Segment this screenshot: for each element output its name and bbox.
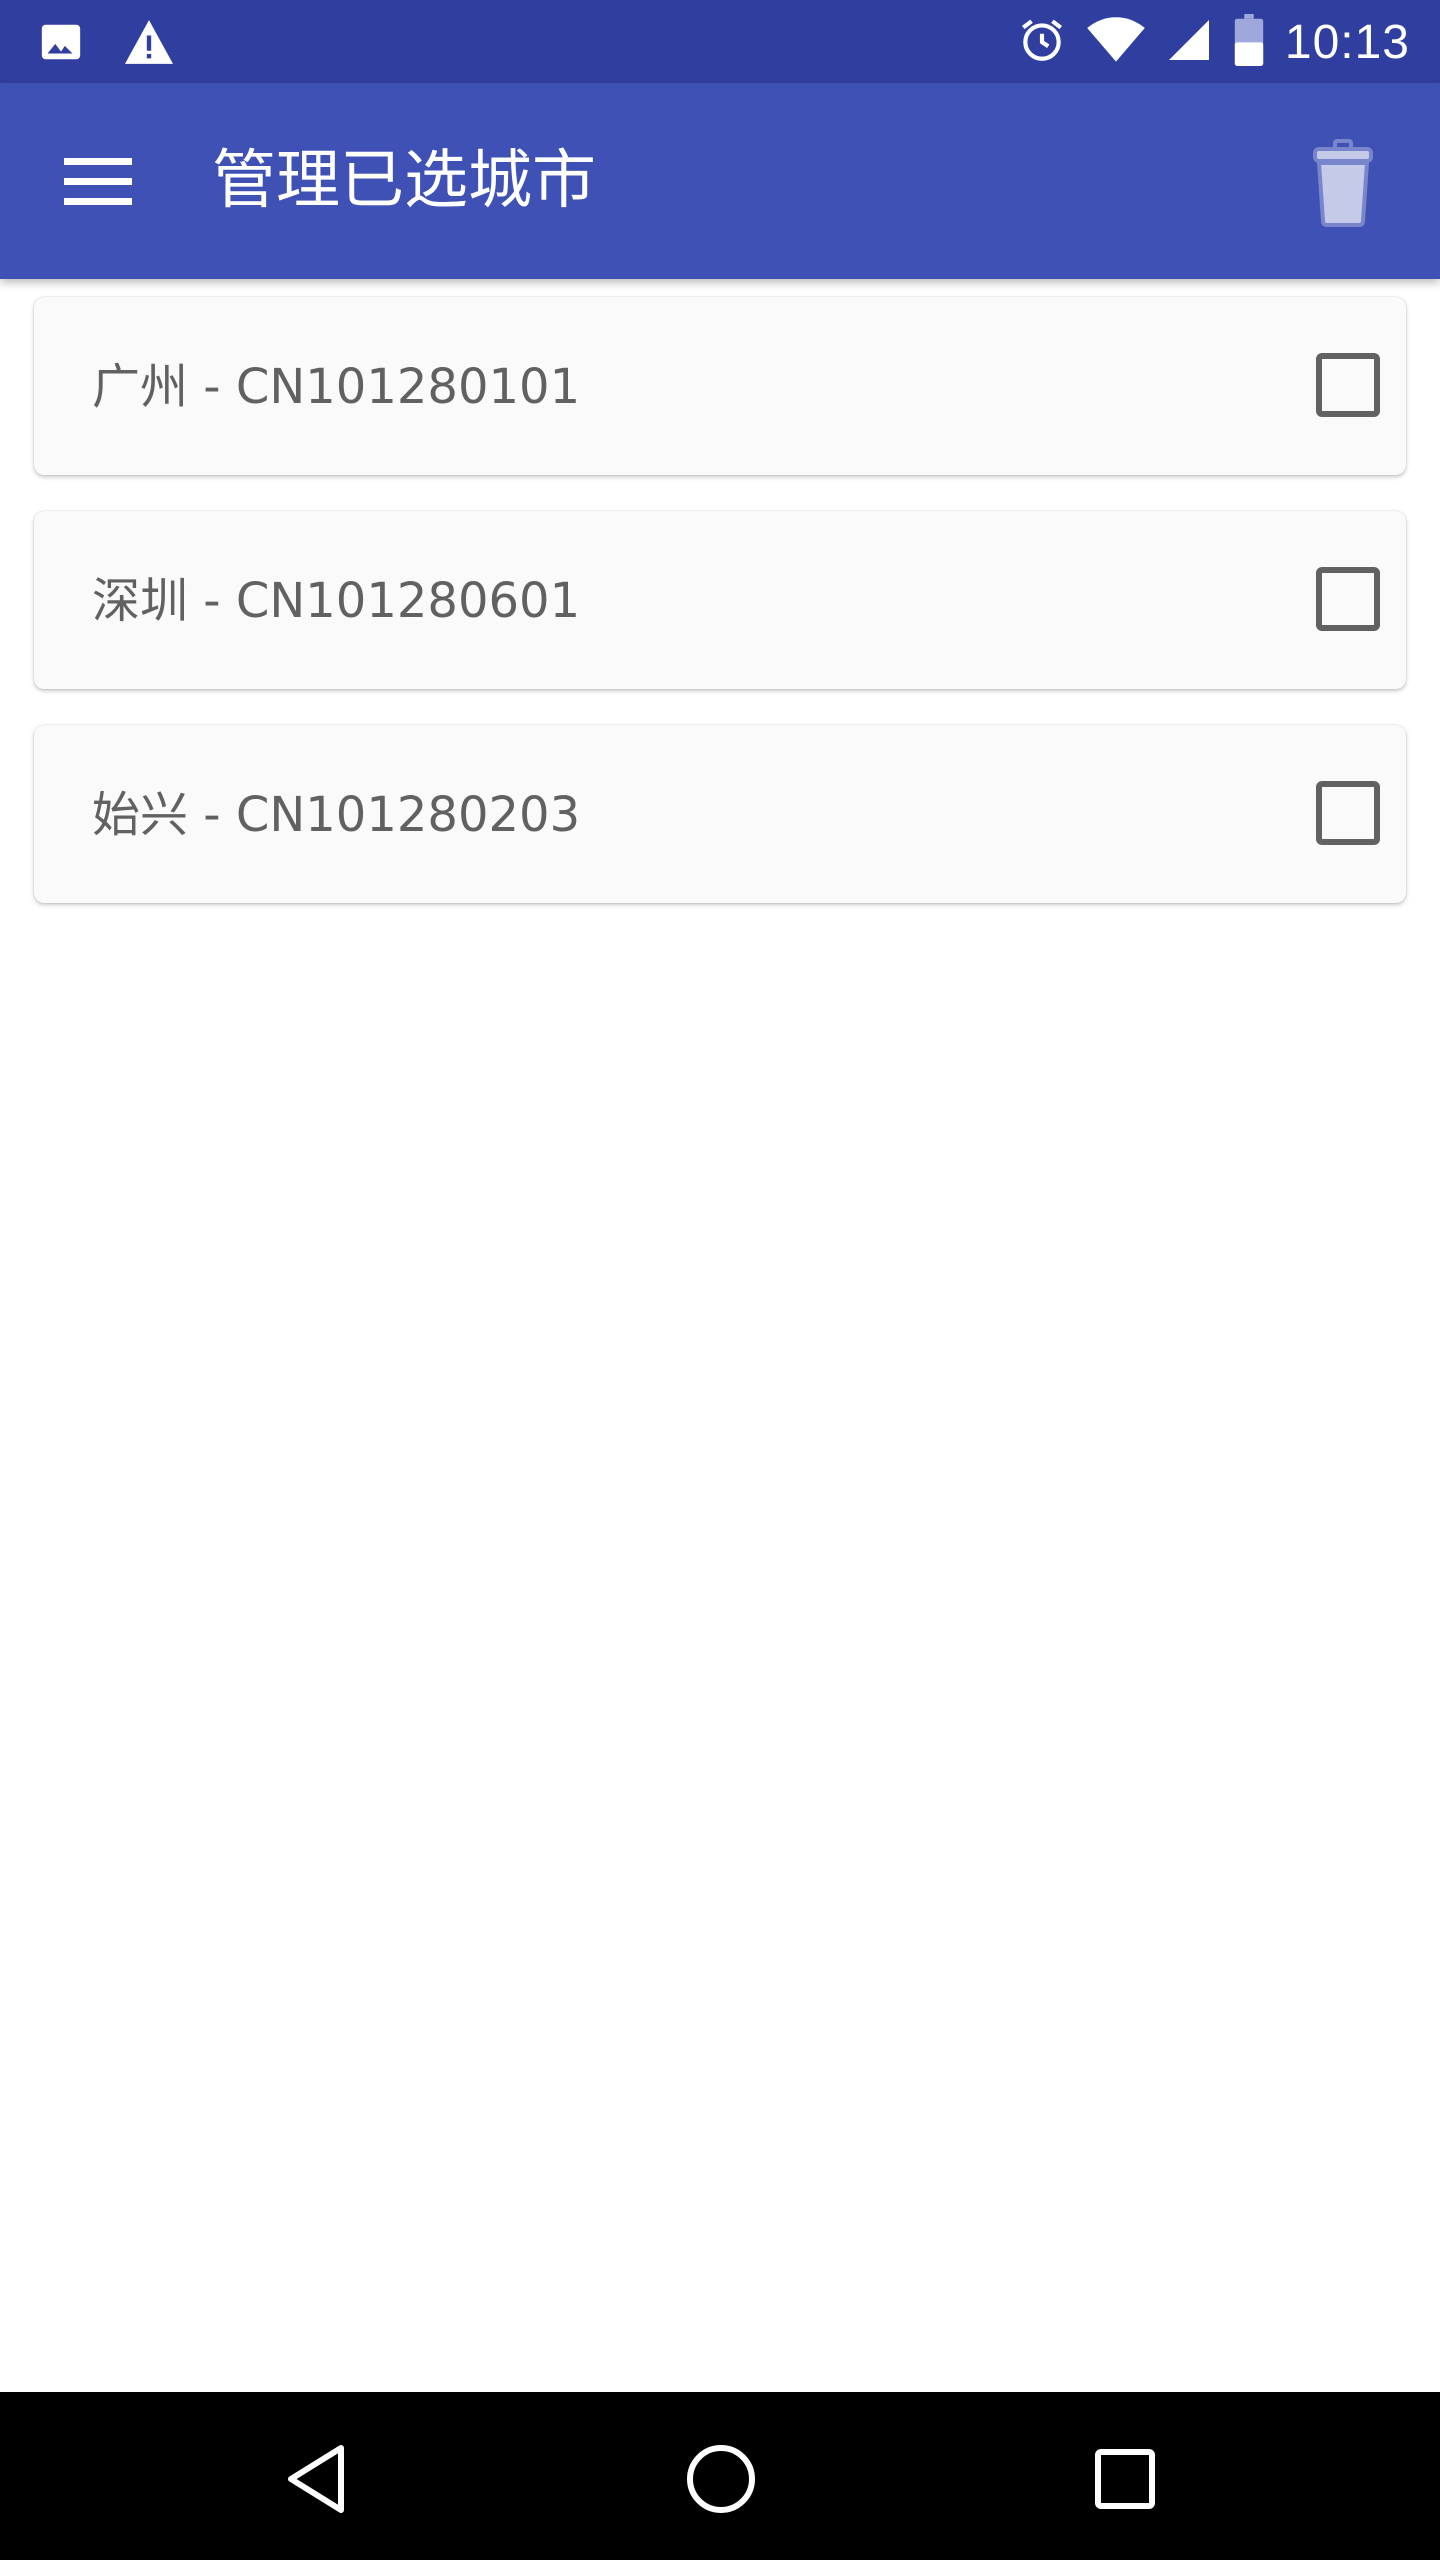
city-label: 广州 - CN101280101 bbox=[92, 359, 581, 415]
city-checkbox[interactable] bbox=[1316, 353, 1380, 417]
menu-button[interactable] bbox=[50, 145, 146, 217]
image-icon bbox=[38, 19, 84, 69]
page-title: 管理已选城市 bbox=[212, 144, 596, 218]
battery-icon bbox=[1233, 14, 1265, 70]
city-checkbox[interactable] bbox=[1316, 567, 1380, 631]
delete-button[interactable] bbox=[1298, 133, 1388, 233]
home-icon bbox=[687, 2445, 755, 2513]
trash-icon bbox=[1313, 139, 1373, 227]
list-item[interactable]: 深圳 - CN101280601 bbox=[34, 511, 1406, 689]
city-label: 深圳 - CN101280601 bbox=[92, 573, 581, 629]
city-checkbox[interactable] bbox=[1316, 781, 1380, 845]
status-right-icons: 10:13 bbox=[1017, 10, 1410, 74]
back-button[interactable] bbox=[272, 2434, 362, 2524]
app-bar: 管理已选城市 bbox=[0, 83, 1440, 279]
recents-button[interactable] bbox=[1080, 2434, 1170, 2524]
status-bar: 10:13 bbox=[0, 0, 1440, 83]
recents-icon bbox=[1095, 2449, 1155, 2509]
menu-icon bbox=[64, 158, 132, 205]
home-button[interactable] bbox=[676, 2434, 766, 2524]
list-item[interactable]: 广州 - CN101280101 bbox=[34, 297, 1406, 475]
back-icon bbox=[288, 2445, 344, 2513]
wifi-icon bbox=[1087, 16, 1145, 68]
navigation-bar bbox=[0, 2392, 1440, 2560]
city-list: 广州 - CN101280101 深圳 - CN101280601 始兴 - C… bbox=[34, 297, 1406, 939]
alarm-icon bbox=[1017, 15, 1067, 69]
signal-icon bbox=[1165, 16, 1213, 68]
status-left-icons bbox=[38, 18, 176, 70]
city-label: 始兴 - CN101280203 bbox=[92, 787, 581, 843]
status-time: 10:13 bbox=[1284, 15, 1410, 69]
warning-icon bbox=[122, 18, 176, 70]
list-item[interactable]: 始兴 - CN101280203 bbox=[34, 725, 1406, 903]
